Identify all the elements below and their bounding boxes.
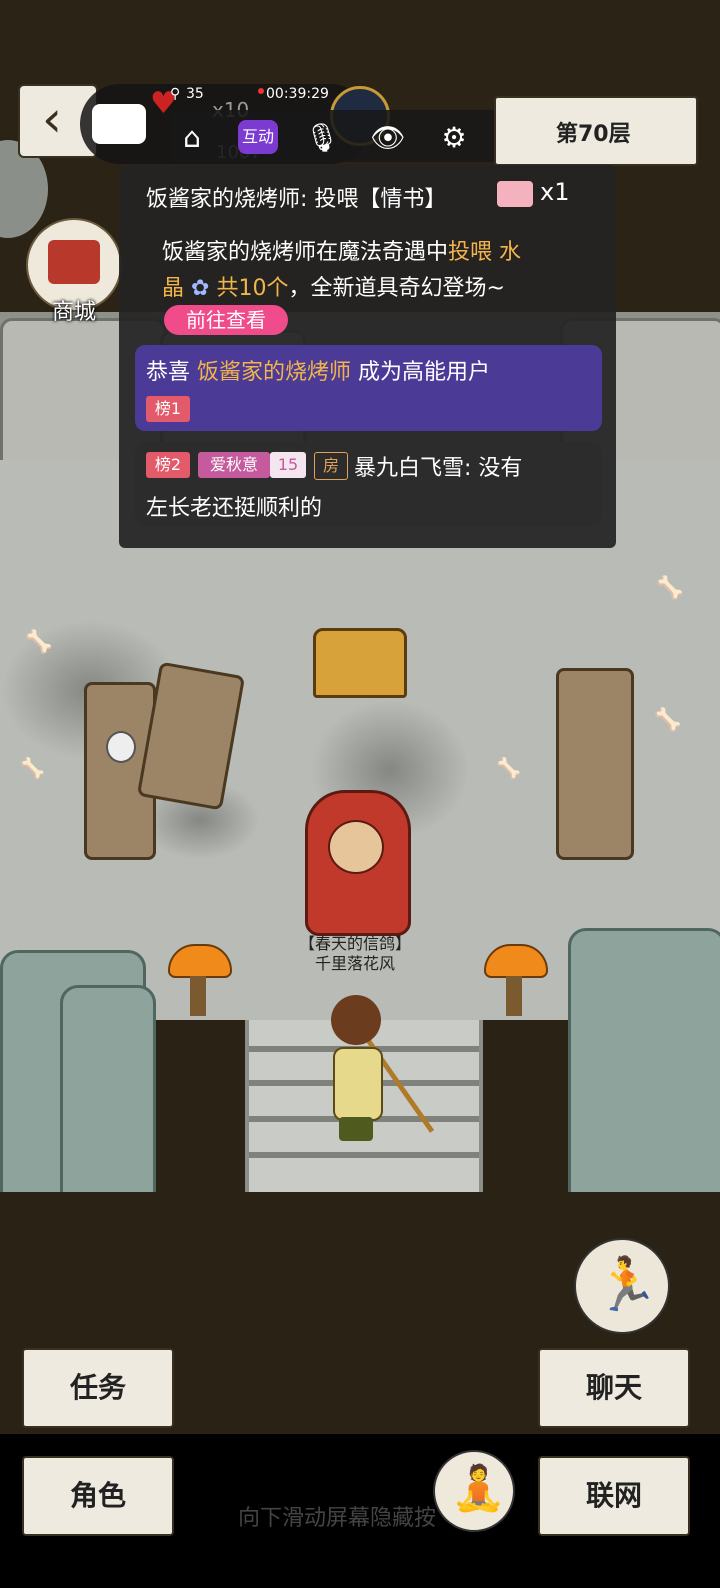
system-highlight: 投喂 水 — [448, 240, 522, 265]
system-highlight: 共10个 — [216, 276, 289, 301]
npc-name: 千里落花风 — [314, 954, 395, 973]
congrats-suffix: 成为高能用户 — [358, 360, 491, 385]
rank-badge: 榜1 — [146, 396, 190, 422]
eye-icon[interactable]: 👁 — [368, 118, 408, 158]
player-head — [331, 995, 381, 1045]
role-button[interactable]: 角色 — [22, 1456, 174, 1536]
network-button[interactable]: 联网 — [538, 1456, 690, 1536]
npc-title: 【春天的信鸽】 — [298, 934, 411, 953]
room-badge: 房 — [314, 452, 348, 480]
stream-timer: 00:39:29 — [266, 86, 329, 102]
brazier — [168, 944, 232, 1016]
system-text: ，全新道具奇幻登场~ — [288, 276, 505, 301]
system-message-line2: 晶 ✿ 共10个，全新道具奇幻登场~ — [162, 270, 505, 302]
player-legs — [339, 1117, 373, 1141]
back-arrow-icon: ‹ — [42, 90, 62, 148]
sprint-button[interactable]: 🏃 — [574, 1238, 670, 1334]
viewer-icon: ⚲ — [170, 86, 181, 102]
skull-icon — [106, 731, 136, 763]
home-icon[interactable]: ⌂ — [172, 118, 212, 158]
brazier — [484, 944, 548, 1016]
fire-icon — [168, 944, 232, 978]
gift-icon — [497, 181, 533, 207]
cliff-right — [568, 928, 720, 1198]
congrats-line: 恭喜 饭酱家的烧烤师 成为高能用户 — [146, 354, 490, 386]
shop-label: 商城 — [51, 300, 96, 325]
congrats-user: 饭酱家的烧烤师 — [197, 360, 352, 385]
fire-icon — [484, 944, 548, 978]
player-character[interactable] — [325, 995, 435, 1145]
cliff-left — [60, 985, 156, 1198]
bone-icon: 🦴 — [25, 630, 53, 655]
stair-step — [249, 1152, 479, 1158]
bone-icon: 🦴 — [656, 576, 684, 601]
streamer-logo — [92, 104, 146, 144]
gift-count: x1 — [540, 178, 570, 206]
live-dot — [258, 88, 264, 94]
meditation-icon: 🧘 — [451, 1463, 506, 1514]
running-icon: 🏃 — [594, 1255, 659, 1315]
brazier-stand — [190, 976, 206, 1016]
floor-indicator[interactable]: 第70层 — [494, 96, 698, 166]
treasure-chest[interactable] — [313, 628, 407, 698]
meditate-button[interactable]: 🧘 — [433, 1450, 515, 1532]
coffin-closed[interactable] — [556, 668, 634, 860]
chat-button[interactable]: 聊天 — [538, 1348, 690, 1428]
hint-text: 向下滑动屏幕隐藏按 — [238, 1506, 437, 1531]
system-message-line1: 饭酱家的烧烤师在魔法奇遇中投喂 水 — [162, 234, 521, 266]
floor-label: 第70层 — [556, 122, 631, 147]
crystal-icon: ✿ — [191, 276, 210, 301]
system-highlight: 晶 — [162, 276, 185, 301]
chat-text: 左长老还挺顺利的 — [146, 496, 323, 521]
fan-badge: 爱秋意 — [198, 452, 270, 478]
chat-user: 暴九白飞雪: 没有 — [354, 456, 523, 481]
interact-button[interactable]: 互动 — [238, 120, 278, 154]
microphone-icon[interactable]: 🎙 — [302, 118, 342, 158]
shop-stall-icon — [48, 240, 100, 284]
brazier-stand — [506, 976, 522, 1016]
npc-nameplate: 【春天的信鸽】 千里落花风 — [290, 934, 420, 974]
congrats-prefix: 恭喜 — [146, 360, 191, 385]
bone-icon: 🦴 — [654, 708, 682, 733]
gift-message: 饭酱家的烧烤师: 投喂【情书】 — [146, 187, 447, 212]
level-badge: 15 — [270, 452, 306, 478]
system-text: 饭酱家的烧烤师在魔法奇遇中 — [162, 240, 449, 265]
gear-icon[interactable]: ⚙ — [434, 118, 474, 158]
bone-icon: 🦴 — [496, 756, 521, 780]
player-body — [333, 1047, 383, 1121]
bone-icon: 🦴 — [20, 756, 45, 780]
go-view-button[interactable]: 前往查看 — [164, 305, 288, 335]
viewer-count: 35 — [186, 86, 204, 102]
rank-badge: 榜2 — [146, 452, 190, 478]
task-button[interactable]: 任务 — [22, 1348, 174, 1428]
boss-face — [328, 820, 384, 874]
